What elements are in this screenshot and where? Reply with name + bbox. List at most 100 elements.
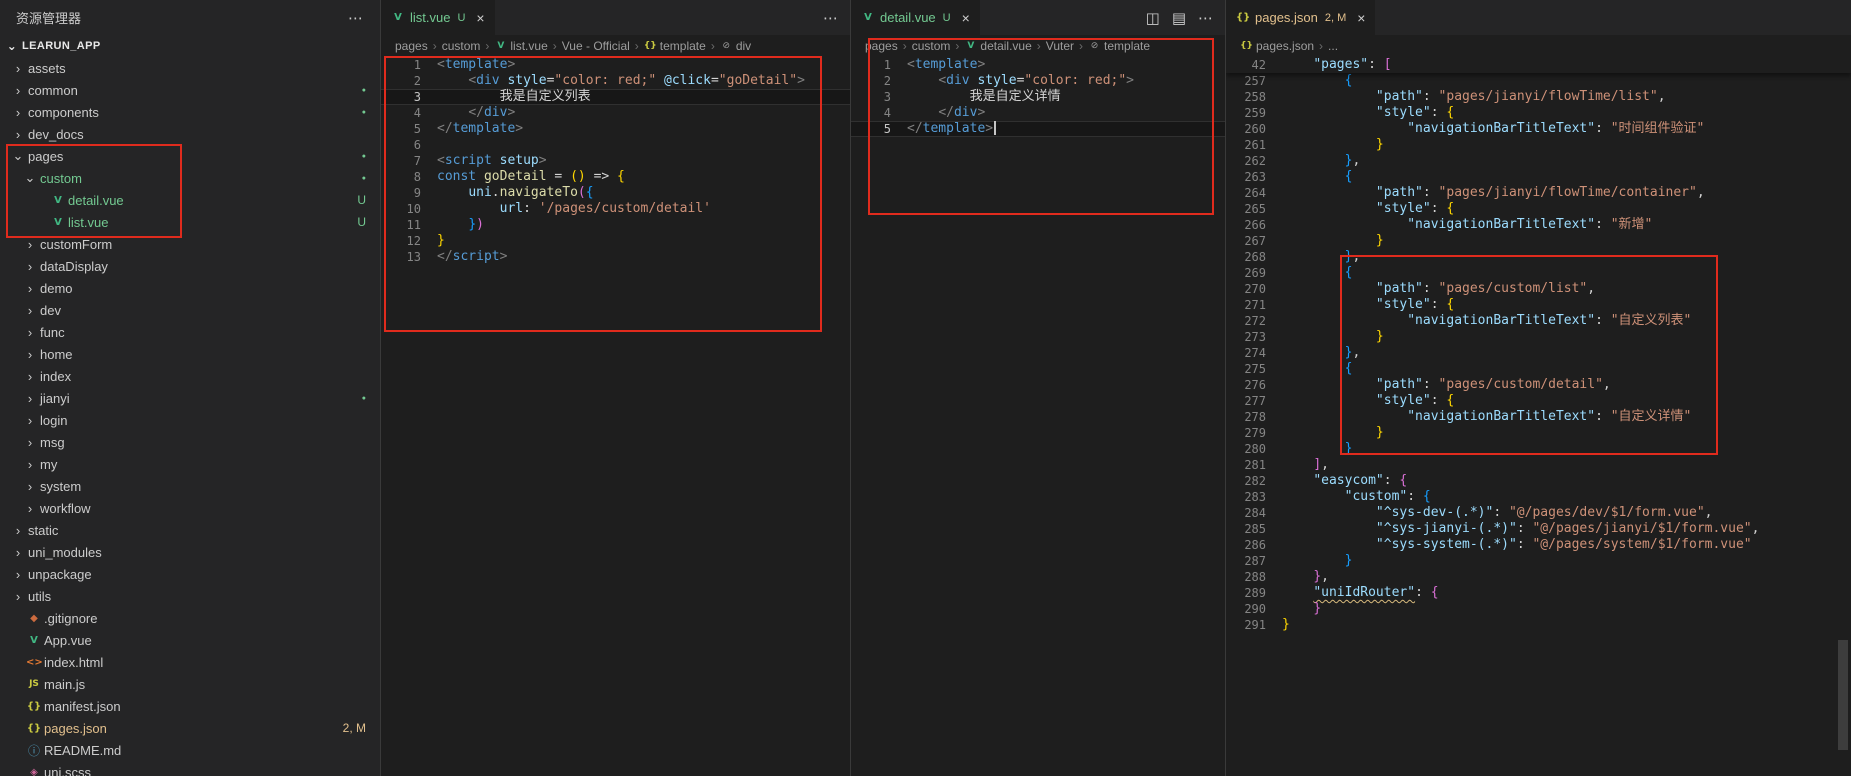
tree-item-msg[interactable]: ›msg xyxy=(0,431,380,453)
tree-item-workflow[interactable]: ›workflow xyxy=(0,497,380,519)
code-line[interactable]: 260 "navigationBarTitleText": "时间组件验证" xyxy=(1226,121,1851,137)
tree-item-home[interactable]: ›home xyxy=(0,343,380,365)
chevron-collapsed-icon[interactable]: › xyxy=(22,237,38,252)
code-line[interactable]: 3 我是自定义列表 xyxy=(381,89,850,105)
code-line[interactable]: 283 "custom": { xyxy=(1226,489,1851,505)
tree-item-demo[interactable]: ›demo xyxy=(0,277,380,299)
code-line[interactable]: 262 }, xyxy=(1226,153,1851,169)
breadcrumb-item[interactable]: {}pages.json xyxy=(1240,39,1314,53)
code-line[interactable]: 288 }, xyxy=(1226,569,1851,585)
chevron-collapsed-icon[interactable]: › xyxy=(22,347,38,362)
chevron-collapsed-icon[interactable]: › xyxy=(22,479,38,494)
breadcrumb-item[interactable]: Vue - Official xyxy=(562,39,630,53)
code-line[interactable]: 5</template> xyxy=(851,121,1225,137)
code-line[interactable]: 6 xyxy=(381,137,850,153)
tree-item-components[interactable]: ›components● xyxy=(0,101,380,123)
code-line[interactable]: 284 "^sys-dev-(.*)": "@/pages/dev/$1/for… xyxy=(1226,505,1851,521)
tree-item-utils[interactable]: ›utils xyxy=(0,585,380,607)
code-line[interactable]: 9 uni.navigateTo({ xyxy=(381,185,850,201)
code-line[interactable]: 257 { xyxy=(1226,73,1851,89)
sticky-scroll-line[interactable]: 42 "pages": [ xyxy=(1226,57,1851,73)
code-line[interactable]: 272 "navigationBarTitleText": "自定义列表" xyxy=(1226,313,1851,329)
breadcrumb-item[interactable]: pages xyxy=(865,39,898,53)
code-line[interactable]: 258 "path": "pages/jianyi/flowTime/list"… xyxy=(1226,89,1851,105)
tree-item-customform[interactable]: ›customForm xyxy=(0,233,380,255)
breadcrumb-item[interactable]: pages xyxy=(395,39,428,53)
tree-item-jianyi[interactable]: ›jianyi● xyxy=(0,387,380,409)
chevron-collapsed-icon[interactable]: › xyxy=(22,435,38,450)
breadcrumb-item[interactable]: ⊘template xyxy=(1088,39,1150,53)
more-actions-icon[interactable]: ⋯ xyxy=(1198,9,1213,27)
code-line[interactable]: 268 }, xyxy=(1226,249,1851,265)
breadcrumb-item[interactable]: ⊘div xyxy=(720,39,751,53)
tree-item-readme-md[interactable]: ⓘREADME.md xyxy=(0,739,380,761)
code-line[interactable]: 263 { xyxy=(1226,169,1851,185)
breadcrumb-item[interactable]: Vuter xyxy=(1046,39,1074,53)
chevron-collapsed-icon[interactable]: › xyxy=(22,457,38,472)
code-line[interactable]: 290 } xyxy=(1226,601,1851,617)
tree-item-uni_modules[interactable]: ›uni_modules xyxy=(0,541,380,563)
code-line[interactable]: 278 "navigationBarTitleText": "自定义详情" xyxy=(1226,409,1851,425)
code-line[interactable]: 266 "navigationBarTitleText": "新增" xyxy=(1226,217,1851,233)
code-line[interactable]: 11 }) xyxy=(381,217,850,233)
more-actions-icon[interactable]: ⋯ xyxy=(823,9,838,27)
tree-item-pages[interactable]: ⌄pages● xyxy=(0,145,380,167)
code-line[interactable]: 4 </div> xyxy=(381,105,850,121)
chevron-collapsed-icon[interactable]: › xyxy=(10,567,26,582)
chevron-collapsed-icon[interactable]: › xyxy=(22,413,38,428)
code-line[interactable]: 276 "path": "pages/custom/detail", xyxy=(1226,377,1851,393)
code-line[interactable]: 8const goDetail = () => { xyxy=(381,169,850,185)
tree-item-index[interactable]: ›index xyxy=(0,365,380,387)
code-line[interactable]: 2 <div style="color: red;"> xyxy=(851,73,1225,89)
tree-item-static[interactable]: ›static xyxy=(0,519,380,541)
code-line[interactable]: 261 } xyxy=(1226,137,1851,153)
breadcrumb-item[interactable]: Vdetail.vue xyxy=(964,39,1031,53)
code-line[interactable]: 277 "style": { xyxy=(1226,393,1851,409)
code-line[interactable]: 285 "^sys-jianyi-(.*)": "@/pages/jianyi/… xyxy=(1226,521,1851,537)
breadcrumb-item[interactable]: {}template xyxy=(644,39,706,53)
split-editor-icon[interactable]: ◫ xyxy=(1146,9,1160,27)
code-line[interactable]: 280 } xyxy=(1226,441,1851,457)
code-line[interactable]: 264 "path": "pages/jianyi/flowTime/conta… xyxy=(1226,185,1851,201)
chevron-collapsed-icon[interactable]: › xyxy=(10,523,26,538)
code-line[interactable]: 282 "easycom": { xyxy=(1226,473,1851,489)
chevron-collapsed-icon[interactable]: › xyxy=(10,127,26,142)
scrollbar-thumb[interactable] xyxy=(1838,640,1848,750)
chevron-collapsed-icon[interactable]: › xyxy=(22,369,38,384)
tree-item-login[interactable]: ›login xyxy=(0,409,380,431)
workspace-header[interactable]: ⌄ LEARUN_APP xyxy=(0,35,380,57)
code-line[interactable]: 10 url: '/pages/custom/detail' xyxy=(381,201,850,217)
tree-item-index-html[interactable]: <>index.html xyxy=(0,651,380,673)
code-line[interactable]: 4 </div> xyxy=(851,105,1225,121)
tree-item-common[interactable]: ›common● xyxy=(0,79,380,101)
code-line[interactable]: 1<template> xyxy=(851,57,1225,73)
code-line[interactable]: 267 } xyxy=(1226,233,1851,249)
breadcrumb-item[interactable]: custom xyxy=(442,39,481,53)
code-line[interactable]: 2 <div style="color: red;" @click="goDet… xyxy=(381,73,850,89)
code-line[interactable]: 12} xyxy=(381,233,850,249)
close-icon[interactable]: × xyxy=(1357,10,1365,26)
code-line[interactable]: 270 "path": "pages/custom/list", xyxy=(1226,281,1851,297)
tab-detail-vue[interactable]: V detail.vue U × xyxy=(851,0,980,35)
code-line[interactable]: 13</script> xyxy=(381,249,850,265)
code-line[interactable]: 265 "style": { xyxy=(1226,201,1851,217)
tree-item-my[interactable]: ›my xyxy=(0,453,380,475)
tree-item-datadisplay[interactable]: ›dataDisplay xyxy=(0,255,380,277)
chevron-collapsed-icon[interactable]: › xyxy=(10,105,26,120)
chevron-collapsed-icon[interactable]: › xyxy=(22,281,38,296)
code-line[interactable]: 274 }, xyxy=(1226,345,1851,361)
tree-item-main-js[interactable]: JSmain.js xyxy=(0,673,380,695)
tree-item-uni-scss[interactable]: ◈uni.scss xyxy=(0,761,380,776)
close-icon[interactable]: × xyxy=(962,10,970,26)
code-line[interactable]: 259 "style": { xyxy=(1226,105,1851,121)
tree-item-list-vue[interactable]: Vlist.vueU xyxy=(0,211,380,233)
code-line[interactable]: 271 "style": { xyxy=(1226,297,1851,313)
tree-item-manifest-json[interactable]: {}manifest.json xyxy=(0,695,380,717)
tree-item-func[interactable]: ›func xyxy=(0,321,380,343)
code-line[interactable]: 279 } xyxy=(1226,425,1851,441)
code-line[interactable]: 5</template> xyxy=(381,121,850,137)
tree-item-system[interactable]: ›system xyxy=(0,475,380,497)
code-line[interactable]: 281 ], xyxy=(1226,457,1851,473)
code-line[interactable]: 7<script setup> xyxy=(381,153,850,169)
tree-item-app-vue[interactable]: VApp.vue xyxy=(0,629,380,651)
